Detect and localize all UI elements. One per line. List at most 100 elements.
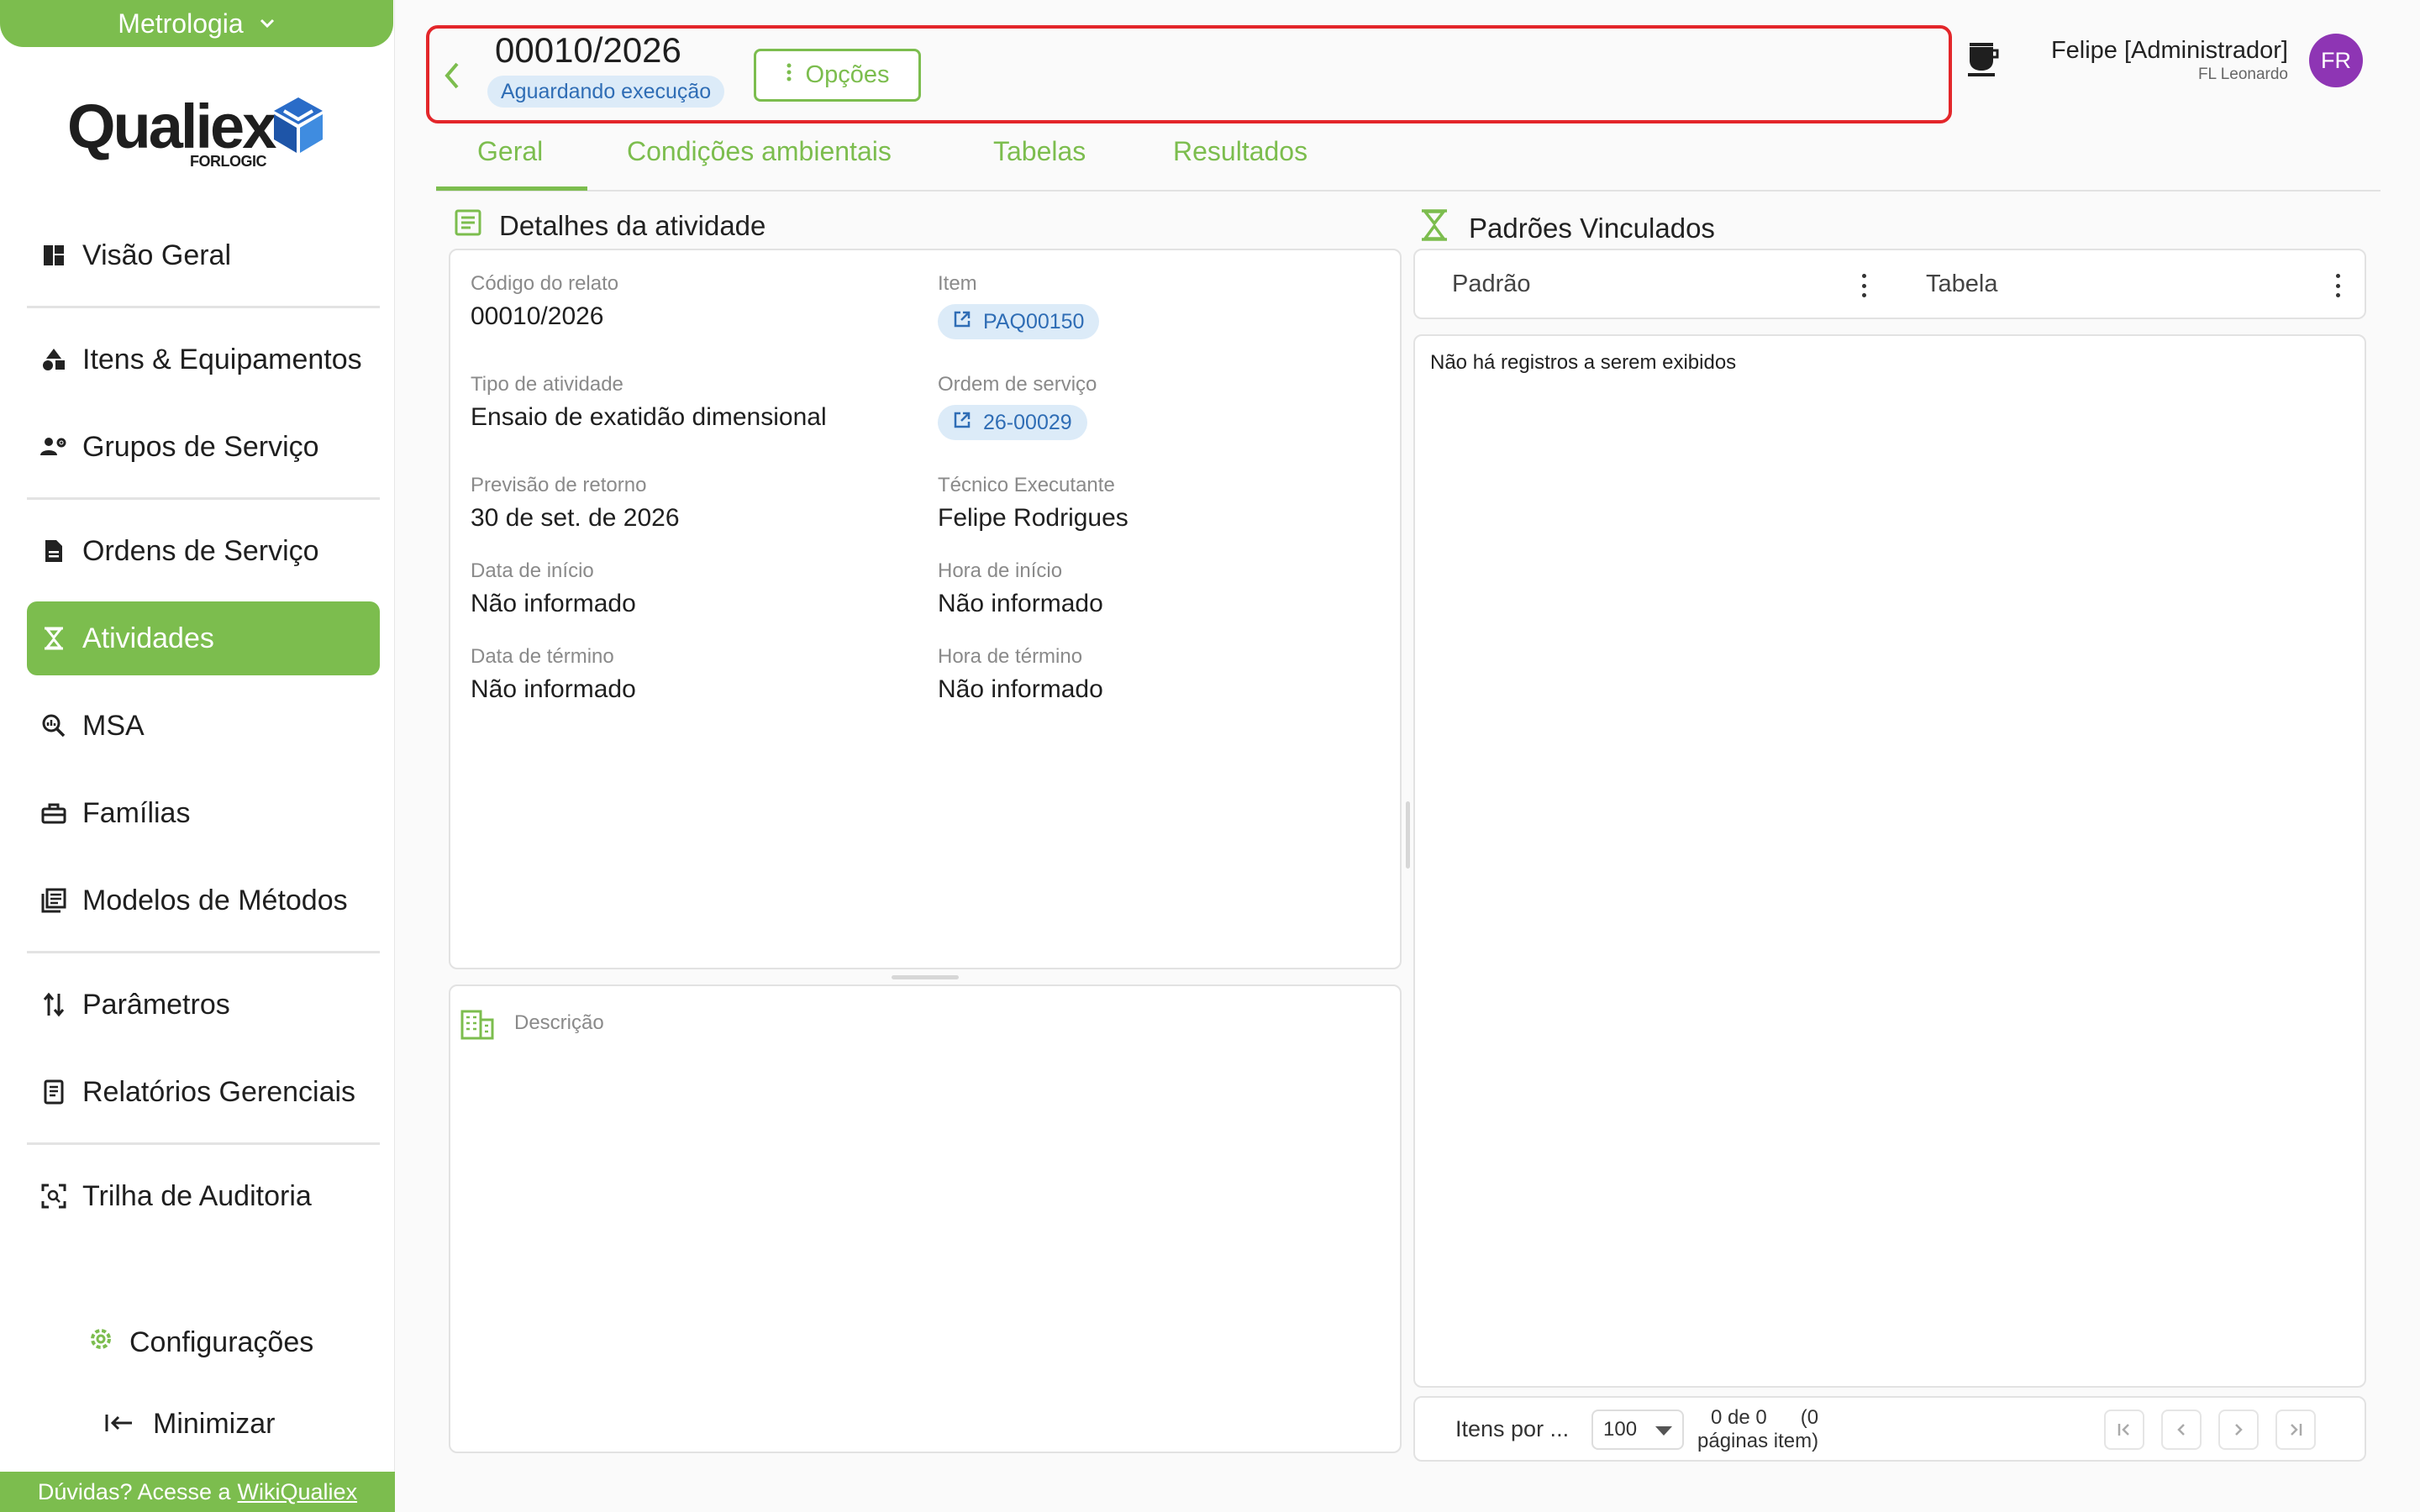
- field-label: Código do relato: [471, 272, 619, 295]
- description-label: Descrição: [514, 1011, 604, 1034]
- report-icon: [40, 1079, 67, 1105]
- vertical-resize-handle[interactable]: [892, 975, 959, 979]
- field-tecnico: Técnico Executante Felipe Rodrigues: [938, 474, 1128, 533]
- kebab-menu-icon: [786, 61, 792, 89]
- sidebar-item-label: Famílias: [82, 796, 191, 829]
- sidebar-item-trilha-auditoria[interactable]: Trilha de Auditoria: [27, 1159, 380, 1233]
- configuracoes-button[interactable]: Configurações: [87, 1326, 313, 1360]
- last-page-button[interactable]: [2275, 1410, 2316, 1450]
- first-page-icon: [2118, 1424, 2129, 1436]
- document-icon: [40, 538, 67, 564]
- toolbox-icon: [40, 800, 67, 827]
- avatar[interactable]: FR: [2309, 34, 2363, 87]
- minimize-button[interactable]: Minimizar: [104, 1408, 275, 1441]
- hourglass-icon: [1417, 208, 1452, 249]
- chevron-down-icon: [259, 13, 276, 34]
- sidebar-item-label: Modelos de Métodos: [82, 884, 348, 916]
- logo-sub: FORLOGIC: [190, 153, 267, 170]
- status-badge: Aguardando execução: [487, 76, 725, 108]
- tab-resultados[interactable]: Resultados: [1173, 136, 1307, 167]
- options-button[interactable]: Opções: [754, 49, 921, 102]
- previous-page-button[interactable]: [2161, 1410, 2202, 1450]
- list-document-icon: [454, 208, 482, 244]
- sidebar-item-label: MSA: [82, 709, 145, 742]
- sidebar-item-visao-geral[interactable]: Visão Geral: [27, 218, 380, 292]
- sidebar: Metrologia Qualiex FORLOGIC Visão Geral …: [0, 0, 395, 1512]
- padroes-grid-body: Não há registros a serem exibidos: [1413, 334, 2366, 1388]
- horizontal-split-handle[interactable]: [1406, 801, 1410, 869]
- sidebar-item-modelos-metodos[interactable]: Modelos de Métodos: [27, 864, 380, 937]
- field-value: Não informado: [938, 675, 1103, 703]
- user-name[interactable]: Felipe [Administrador]: [2051, 37, 2288, 65]
- sidebar-item-parametros[interactable]: Parâmetros: [27, 968, 380, 1042]
- tab-geral[interactable]: Geral: [477, 136, 543, 167]
- sidebar-item-label: Itens & Equipamentos: [82, 343, 362, 375]
- column-header-tabela[interactable]: Tabela: [1926, 270, 1997, 298]
- pagination-count-line1: 0 de 0 (0: [1711, 1406, 1819, 1429]
- field-ordem-servico: Ordem de serviço 26-00029: [938, 373, 1097, 440]
- column-header-padrao[interactable]: Padrão: [1452, 270, 1531, 298]
- sidebar-item-label: Visão Geral: [82, 239, 232, 271]
- column-menu-icon[interactable]: [2334, 274, 2341, 297]
- field-value: Não informado: [938, 590, 1103, 617]
- field-label: Hora de término: [938, 645, 1083, 668]
- chevron-left-icon: [445, 62, 459, 89]
- coffee-cup-icon[interactable]: [1966, 40, 2000, 77]
- field-codigo: Código do relato 00010/2026: [471, 272, 618, 331]
- item-link-chip[interactable]: PAQ00150: [938, 304, 1100, 339]
- field-label: Previsão de retorno: [471, 474, 647, 496]
- padroes-section-title: Padrões Vinculados: [1417, 208, 1715, 249]
- back-button[interactable]: [439, 59, 466, 92]
- sidebar-item-relatorios[interactable]: Relatórios Gerenciais: [27, 1055, 380, 1129]
- next-page-button[interactable]: [2218, 1410, 2259, 1450]
- wiki-link[interactable]: WikiQualiex: [238, 1479, 358, 1505]
- field-label: Técnico Executante: [938, 474, 1115, 496]
- nav-divider: [27, 951, 380, 953]
- sidebar-item-ordens-servico[interactable]: Ordens de Serviço: [27, 514, 380, 588]
- sidebar-item-msa[interactable]: MSA: [27, 689, 380, 763]
- field-hora-termino: Hora de término Não informado: [938, 645, 1103, 704]
- field-previsao: Previsão de retorno 30 de set. de 2026: [471, 474, 680, 533]
- item-link-label: PAQ00150: [983, 309, 1085, 333]
- chevron-left-icon: [2177, 1424, 2185, 1436]
- hourglass-icon: [40, 625, 67, 652]
- column-menu-icon[interactable]: [1860, 274, 1867, 297]
- field-value: 30 de set. de 2026: [471, 504, 680, 532]
- active-tab-indicator: [436, 186, 587, 191]
- gear-icon: [87, 1326, 114, 1360]
- magnifier-chart-icon: [40, 712, 67, 739]
- details-card: Código do relato 00010/2026 Item PAQ0015…: [449, 249, 1402, 969]
- module-switcher[interactable]: Metrologia: [0, 0, 393, 47]
- page-size-select[interactable]: 100: [1591, 1410, 1684, 1450]
- pagination-count-line2: páginas item): [1697, 1430, 1819, 1452]
- padroes-grid-header: Padrão Tabela: [1413, 249, 2366, 319]
- field-label: Data de início: [471, 559, 594, 582]
- field-hora-inicio: Hora de início Não informado: [938, 559, 1103, 618]
- field-value: 00010/2026: [471, 302, 604, 330]
- last-page-icon: [2291, 1424, 2302, 1436]
- logo-word: Qualiex: [67, 92, 276, 161]
- field-value: Não informado: [471, 675, 636, 703]
- pagination-bar: Itens por ... 100 0 de 0 (0 páginas item…: [1413, 1396, 2366, 1462]
- field-label: Hora de início: [938, 559, 1063, 582]
- dashboard-icon: [40, 242, 67, 269]
- sidebar-item-grupos-servico[interactable]: Grupos de Serviço: [27, 410, 380, 484]
- ordem-link-chip[interactable]: 26-00029: [938, 405, 1087, 440]
- library-icon: [40, 887, 67, 914]
- tab-condicoes-ambientais[interactable]: Condições ambientais: [627, 136, 892, 167]
- field-tipo-atividade: Tipo de atividade Ensaio de exatidão dim…: [471, 373, 827, 432]
- field-value: Ensaio de exatidão dimensional: [471, 403, 827, 431]
- minimize-label: Minimizar: [153, 1408, 276, 1440]
- empty-message: Não há registros a serem exibidos: [1430, 351, 1737, 374]
- ordem-link-label: 26-00029: [983, 410, 1072, 434]
- tab-tabelas[interactable]: Tabelas: [993, 136, 1086, 167]
- sidebar-item-atividades[interactable]: Atividades: [27, 601, 380, 675]
- pagination-count: 0 de 0 (0 páginas item): [1697, 1406, 1818, 1453]
- sidebar-item-itens-equipamentos[interactable]: Itens & Equipamentos: [27, 323, 380, 396]
- external-link-icon: [953, 411, 971, 435]
- first-page-button[interactable]: [2104, 1410, 2144, 1450]
- nav-divider: [27, 306, 380, 308]
- help-text: Dúvidas? Acesse a: [37, 1478, 231, 1504]
- sidebar-item-familias[interactable]: Famílias: [27, 776, 380, 850]
- items-per-page-label: Itens por ...: [1455, 1416, 1570, 1441]
